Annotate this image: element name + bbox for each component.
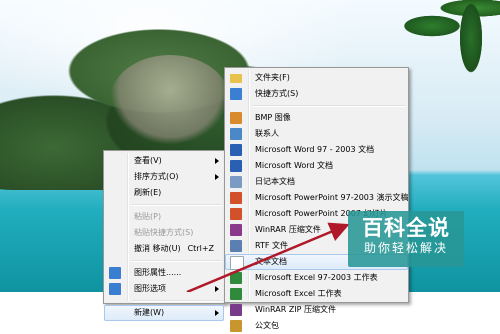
menu-item-label: WinRAR 压缩文件 (255, 225, 321, 234)
menu-item-label: 刷新(E) (134, 188, 162, 197)
rtf-icon (230, 240, 242, 252)
word-icon (230, 144, 242, 156)
watermark-title: 百科全说 (362, 216, 450, 240)
briefcase-icon (230, 320, 242, 332)
menu-item-label: 文件夹(F) (255, 73, 290, 82)
menu-item-label: 粘贴快捷方式(S) (134, 228, 194, 237)
menu-item-label: Microsoft Excel 97-2003 工作表 (255, 273, 378, 282)
menu-separator (253, 105, 406, 107)
menu-item-label: 日记本文档 (255, 177, 295, 186)
menu-item-label: 粘贴(P) (134, 212, 162, 221)
new-submenu-item-3[interactable]: BMP 图像 (225, 110, 408, 126)
submenu-arrow-icon (215, 174, 219, 180)
new-submenu-item-1[interactable]: 快捷方式(S) (225, 86, 408, 102)
new-submenu-item-7[interactable]: 日记本文档 (225, 174, 408, 190)
word-icon (230, 160, 242, 172)
submenu-arrow-icon (215, 310, 219, 316)
graphics-options-icon (109, 283, 121, 295)
menu-item-label: WinRAR ZIP 压缩文件 (255, 305, 337, 314)
journal-icon (230, 176, 242, 188)
new-submenu-item-16[interactable]: 公文包 (225, 318, 408, 334)
menu-separator (132, 260, 222, 262)
menu-item-label: Microsoft PowerPoint 97-2003 演示文稿 (255, 193, 409, 202)
new-submenu-item-6[interactable]: Microsoft Word 文档 (225, 158, 408, 174)
excel-icon (230, 288, 242, 300)
graphics-properties-icon (109, 267, 121, 279)
menu-item-label: 快捷方式(S) (255, 89, 299, 98)
powerpoint-icon (230, 192, 242, 204)
menu-item-label: 联系人 (255, 129, 279, 138)
new-submenu-item-13[interactable]: Microsoft Excel 97-2003 工作表 (225, 270, 408, 286)
context-menu-item-0[interactable]: 查看(V) (104, 153, 224, 169)
menu-item-label: 文本文档 (255, 257, 287, 266)
excel-icon (230, 272, 242, 284)
folder-icon (230, 74, 242, 83)
desktop-context-menu: 查看(V) 排序方式(O) 刷新(E) 粘贴(P) 粘贴快捷方式(S) 撤消 移动(U) C… (103, 150, 225, 321)
menu-item-label: 排序方式(O) (134, 172, 179, 181)
menu-item-label: 查看(V) (134, 156, 162, 165)
submenu-arrow-icon (215, 158, 219, 164)
submenu-arrow-icon (215, 286, 219, 292)
menu-separator (132, 300, 222, 302)
context-menu-item-4: 粘贴(P) (104, 209, 224, 225)
context-menu-item-11[interactable]: 新建(W) (104, 305, 224, 321)
watermark-subtitle: 助你轻松解决 (363, 241, 448, 255)
menu-item-label: BMP 图像 (255, 113, 291, 122)
text-document-icon (230, 256, 244, 270)
context-menu-item-8[interactable]: 图形属性...... (104, 265, 224, 281)
contact-icon (230, 128, 242, 140)
menu-item-label: 撤消 移动(U) (134, 244, 181, 253)
shortcut-icon (230, 88, 242, 100)
menu-item-label: 公文包 (255, 321, 279, 330)
new-submenu-item-0[interactable]: 文件夹(F) (225, 70, 408, 86)
new-submenu-item-15[interactable]: WinRAR ZIP 压缩文件 (225, 302, 408, 318)
bmp-image-icon (230, 112, 242, 124)
menu-item-label: 图形属性...... (134, 268, 182, 277)
context-menu-item-9[interactable]: 图形选项 (104, 281, 224, 297)
context-menu-item-1[interactable]: 排序方式(O) (104, 169, 224, 185)
menu-separator (132, 204, 222, 206)
new-submenu-item-4[interactable]: 联系人 (225, 126, 408, 142)
winrar-zip-icon (230, 304, 242, 316)
menu-item-label: Microsoft Excel 工作表 (255, 289, 342, 298)
new-submenu-item-8[interactable]: Microsoft PowerPoint 97-2003 演示文稿 (225, 190, 409, 206)
context-menu-item-6[interactable]: 撤消 移动(U) Ctrl+Z (104, 241, 224, 257)
menu-item-label: RTF 文件 (255, 241, 289, 250)
context-menu-item-2[interactable]: 刷新(E) (104, 185, 224, 201)
watermark-badge: 百科全说 助你轻松解决 (348, 211, 464, 267)
menu-item-label: Microsoft Word 文档 (255, 161, 334, 170)
cliff-scenery (110, 55, 230, 145)
new-submenu-item-5[interactable]: Microsoft Word 97 - 2003 文档 (225, 142, 408, 158)
new-submenu-item-14[interactable]: Microsoft Excel 工作表 (225, 286, 408, 302)
menu-item-label: Microsoft Word 97 - 2003 文档 (255, 145, 375, 154)
new-submenu: 文件夹(F) 快捷方式(S) BMP 图像 联系人 Microsoft Word 97 … (224, 67, 409, 332)
winrar-icon (230, 224, 242, 236)
context-menu-item-5: 粘贴快捷方式(S) (104, 225, 224, 241)
powerpoint-icon (230, 208, 242, 220)
menu-item-shortcut: Ctrl+Z (187, 244, 214, 253)
menu-item-label: 新建(W) (134, 308, 165, 317)
